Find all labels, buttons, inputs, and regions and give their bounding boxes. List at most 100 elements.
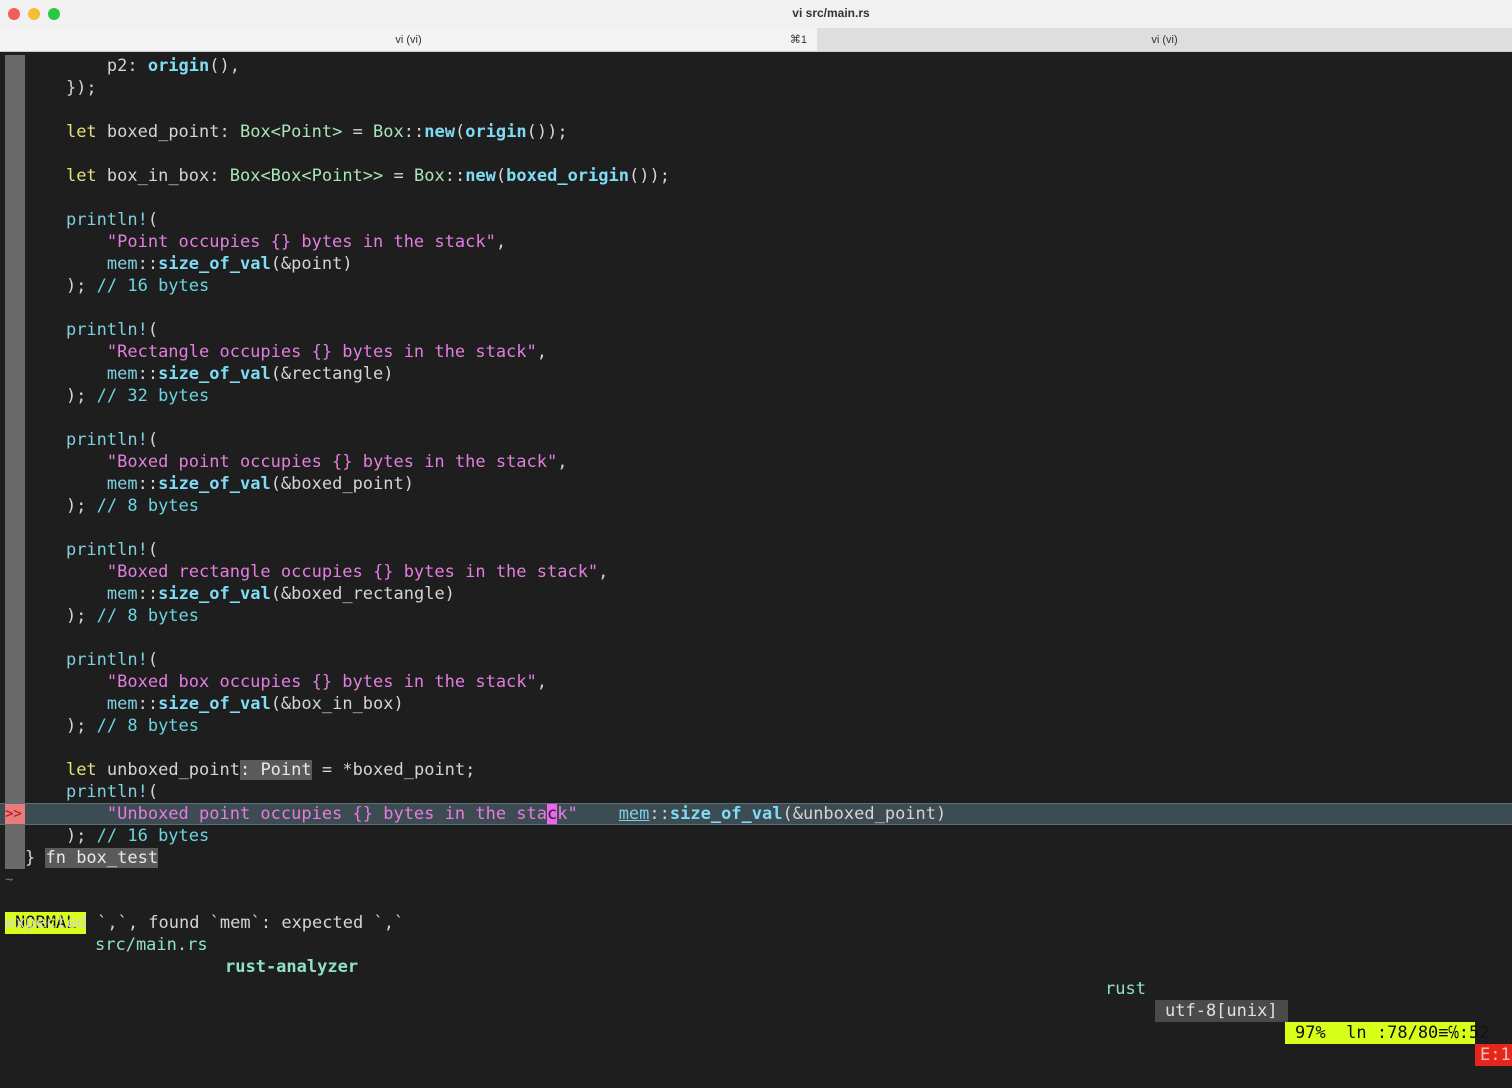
- code-line[interactable]: "Boxed rectangle occupies {} bytes in th…: [0, 561, 1512, 583]
- code-line[interactable]: } fn box_test: [0, 847, 1512, 869]
- code-token: mem: [107, 584, 138, 604]
- code-line[interactable]: [0, 737, 1512, 759]
- code-line[interactable]: let boxed_point: Box<Point> = Box::new(o…: [0, 121, 1512, 143]
- code-token: (: [148, 320, 158, 340]
- code-token: ::: [649, 804, 669, 824]
- code-token: ::: [138, 584, 158, 604]
- code-token: [25, 474, 107, 494]
- code-token: mem: [619, 804, 650, 824]
- code-token: [25, 452, 107, 472]
- code-token: [25, 540, 66, 560]
- code-line[interactable]: println!(: [0, 319, 1512, 341]
- code-token: [25, 430, 66, 450]
- code-line[interactable]: mem::size_of_val(&box_in_box): [0, 693, 1512, 715]
- code-token: p2:: [25, 56, 148, 76]
- code-token: ,: [537, 342, 547, 362]
- tab-1[interactable]: vi (vi) ⌘1: [0, 28, 817, 51]
- code-line[interactable]: ); // 8 bytes: [0, 715, 1512, 737]
- code-token: // 8 bytes: [97, 716, 199, 736]
- code-line[interactable]: [0, 627, 1512, 649]
- code-token: [25, 320, 66, 340]
- code-token: ::: [138, 364, 158, 384]
- code-token: origin: [148, 56, 209, 76]
- code-line[interactable]: [0, 187, 1512, 209]
- code-token: [25, 694, 107, 714]
- code-token: ::: [404, 122, 424, 142]
- code-line[interactable]: ); // 32 bytes: [0, 385, 1512, 407]
- code-token: ,: [496, 232, 506, 252]
- code-token: (&boxed_point): [271, 474, 414, 494]
- code-token: ,: [598, 562, 608, 582]
- code-line[interactable]: [0, 517, 1512, 539]
- code-token: [25, 122, 66, 142]
- code-token: size_of_val: [670, 804, 783, 824]
- code-token: (&boxed_rectangle): [271, 584, 455, 604]
- code-line[interactable]: ); // 8 bytes: [0, 495, 1512, 517]
- code-line[interactable]: ); // 8 bytes: [0, 605, 1512, 627]
- code-line[interactable]: mem::size_of_val(&boxed_point): [0, 473, 1512, 495]
- code-token: [25, 804, 107, 824]
- error-count: E:1: [1475, 1044, 1512, 1066]
- code-line[interactable]: [0, 407, 1512, 429]
- code-token: ());: [527, 122, 568, 142]
- code-token: size_of_val: [158, 694, 271, 714]
- code-line[interactable]: mem::size_of_val(&rectangle): [0, 363, 1512, 385]
- editor[interactable]: p2: origin(), }); let boxed_point: Box<P…: [0, 52, 1512, 944]
- code-line[interactable]: println!(: [0, 429, 1512, 451]
- code-line[interactable]: [0, 297, 1512, 319]
- message-line: expected `,`, found `mem`: expected `,`: [5, 912, 404, 934]
- code-line[interactable]: ); // 16 bytes: [0, 825, 1512, 847]
- code-line[interactable]: mem::size_of_val(&boxed_rectangle): [0, 583, 1512, 605]
- code-token: "Point occupies {} bytes in the stack": [107, 232, 496, 252]
- code-token: );: [25, 386, 97, 406]
- error-code-line[interactable]: >> "Unboxed point occupies {} bytes in t…: [0, 803, 1512, 825]
- code-line[interactable]: "Boxed point occupies {} bytes in the st…: [0, 451, 1512, 473]
- code-token: );: [25, 826, 97, 846]
- code-token: [25, 562, 107, 582]
- code-token: [25, 166, 66, 186]
- code-token: println!: [66, 650, 148, 670]
- tab-label: vi (vi): [1151, 34, 1177, 46]
- code-line[interactable]: ); // 16 bytes: [0, 275, 1512, 297]
- code-line[interactable]: });: [0, 77, 1512, 99]
- code-token: Box: [373, 122, 404, 142]
- code-line[interactable]: "Rectangle occupies {} bytes in the stac…: [0, 341, 1512, 363]
- code-line[interactable]: "Boxed box occupies {} bytes in the stac…: [0, 671, 1512, 693]
- code-token: box_in_box:: [97, 166, 230, 186]
- code-line[interactable]: [0, 99, 1512, 121]
- code-line[interactable]: let unboxed_point: Point = *boxed_point;: [0, 759, 1512, 781]
- code-token: let: [66, 122, 97, 142]
- code-token: (: [148, 430, 158, 450]
- code-token: size_of_val: [158, 474, 271, 494]
- code-line[interactable]: p2: origin(),: [0, 55, 1512, 77]
- code-token: mem: [107, 254, 138, 274]
- code-lines[interactable]: p2: origin(), }); let boxed_point: Box<P…: [0, 55, 1512, 869]
- lsp-name: rust-analyzer: [225, 956, 358, 978]
- code-line[interactable]: println!(: [0, 209, 1512, 231]
- code-token: });: [25, 78, 97, 98]
- tab-bar: vi (vi) ⌘1 vi (vi): [0, 28, 1512, 52]
- code-token: // 16 bytes: [97, 276, 210, 296]
- code-token: (&box_in_box): [271, 694, 404, 714]
- cursor: c: [547, 804, 557, 824]
- code-line[interactable]: mem::size_of_val(&point): [0, 253, 1512, 275]
- code-token: size_of_val: [158, 584, 271, 604]
- code-token: Box<Point>: [240, 122, 342, 142]
- code-token: "Rectangle occupies {} bytes in the stac…: [107, 342, 537, 362]
- code-line[interactable]: [0, 143, 1512, 165]
- tab-2[interactable]: vi (vi): [817, 28, 1512, 51]
- window-title: vi src/main.rs: [0, 6, 1512, 20]
- code-line[interactable]: "Point occupies {} bytes in the stack",: [0, 231, 1512, 253]
- code-token: =: [342, 122, 373, 142]
- code-token: unboxed_point: [97, 760, 240, 780]
- title-bar: vi src/main.rs: [0, 0, 1512, 28]
- code-line[interactable]: let box_in_box: Box<Box<Point>> = Box::n…: [0, 165, 1512, 187]
- code-token: (: [148, 650, 158, 670]
- code-line[interactable]: println!(: [0, 539, 1512, 561]
- code-line[interactable]: println!(: [0, 649, 1512, 671]
- code-token: "Boxed rectangle occupies {} bytes in th…: [107, 562, 598, 582]
- code-token: ::: [138, 694, 158, 714]
- code-line[interactable]: println!(: [0, 781, 1512, 803]
- code-token: new: [465, 166, 496, 186]
- code-token: );: [25, 276, 97, 296]
